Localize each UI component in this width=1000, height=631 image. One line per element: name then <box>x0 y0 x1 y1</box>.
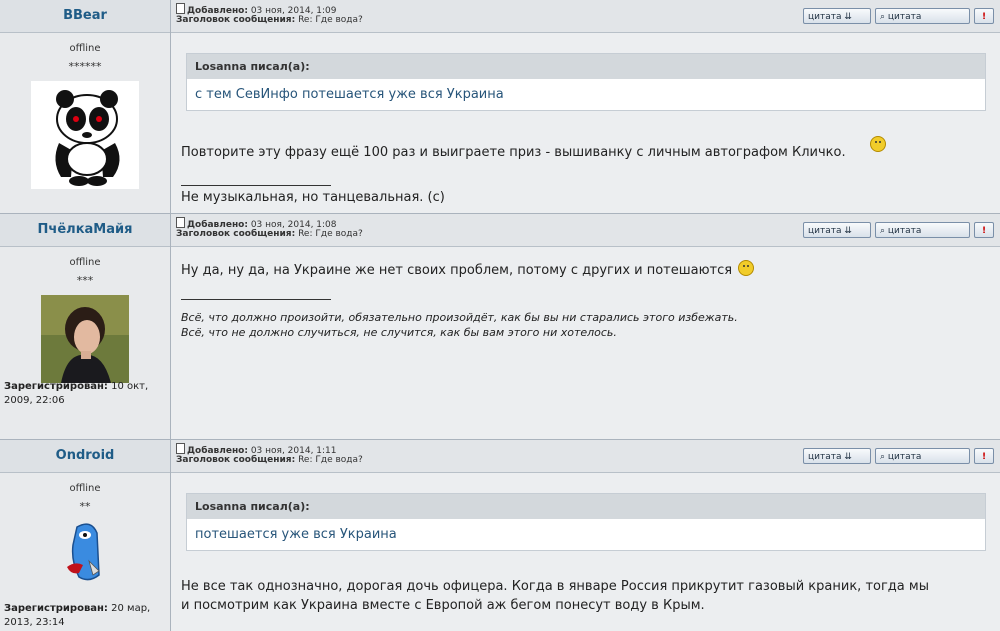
post-bbear: BBear offline ****** Добавлено: 03 ноя, … <box>0 0 1000 214</box>
post-header: Добавлено: 03 ноя, 2014, 1:11 Заголовок … <box>171 440 1000 473</box>
message-text: Ну да, ну да, на Украине же нет своих пр… <box>181 260 755 278</box>
post-pchelkamaya: ПчёлкаМайя offline *** Зарегистрирован: … <box>0 214 1000 440</box>
username-link[interactable]: ПчёлкаМайя <box>0 214 170 247</box>
post-body: Добавлено: 03 ноя, 2014, 1:08 Заголовок … <box>171 214 1000 439</box>
post-header: Добавлено: 03 ноя, 2014, 1:09 Заголовок … <box>171 0 1000 33</box>
quote-button[interactable]: цитата ⇊ <box>803 222 871 238</box>
online-status: offline <box>69 43 101 54</box>
subject-label: Заголовок сообщения: <box>176 455 296 465</box>
post-ondroid: Ondroid offline ** Зарегистрирован: 20 м… <box>0 440 1000 631</box>
author-panel: BBear offline ****** <box>0 0 171 213</box>
quote-selected-button[interactable]: ⌕ цитата <box>875 8 970 24</box>
post-header: Добавлено: 03 ноя, 2014, 1:08 Заголовок … <box>171 214 1000 247</box>
quote-text: потешается уже вся Украина <box>195 527 397 542</box>
username-link[interactable]: Ondroid <box>0 440 170 473</box>
subject-label: Заголовок сообщения: <box>176 15 296 25</box>
report-button[interactable]: ! <box>974 448 994 464</box>
quote-selected-button[interactable]: ⌕ цитата <box>875 448 970 464</box>
subject-value: Re: Где вода? <box>298 455 363 465</box>
report-button[interactable]: ! <box>974 8 994 24</box>
quote-block: Losanna писал(а): с тем СевИнфо потешает… <box>186 53 986 111</box>
avatar <box>41 295 129 383</box>
message-line-1: Не все так однозначно, дорогая дочь офиц… <box>181 579 929 594</box>
rank-stars: ****** <box>68 60 102 73</box>
registered-info: Зарегистрирован: 20 мар, 2013, 23:14 <box>4 603 151 628</box>
online-status: offline <box>69 257 101 268</box>
signature-text: Не музыкальная, но танцевальная. (с) <box>181 190 445 205</box>
subject-label: Заголовок сообщения: <box>176 229 296 239</box>
quote-text: с тем СевИнфо потешается уже вся Украина <box>195 87 504 102</box>
online-status: offline <box>69 483 101 494</box>
signature-divider <box>181 299 331 300</box>
post-link-icon[interactable] <box>176 443 185 454</box>
rank-stars: ** <box>79 500 91 513</box>
author-panel: ПчёлкаМайя offline *** Зарегистрирован: … <box>0 214 171 439</box>
quote-button[interactable]: цитата ⇊ <box>803 448 871 464</box>
smiley-icon <box>869 136 886 152</box>
post-body: Добавлено: 03 ноя, 2014, 1:09 Заголовок … <box>171 0 1000 213</box>
post-link-icon[interactable] <box>176 3 185 14</box>
message-text: Повторите эту фразу ещё 100 раз и выигра… <box>181 136 886 160</box>
quote-header: Losanna писал(а): <box>187 494 985 519</box>
subject-value: Re: Где вода? <box>298 229 363 239</box>
signature-line-1: Всё, что должно произойти, обязательно п… <box>181 311 738 324</box>
post-link-icon[interactable] <box>176 217 185 228</box>
avatar <box>63 521 107 583</box>
author-panel: Ondroid offline ** Зарегистрирован: 20 м… <box>0 440 171 631</box>
message-line-2: и посмотрим как Украина вместе с Европой… <box>181 598 705 613</box>
signature-divider <box>181 185 331 186</box>
quote-button[interactable]: цитата ⇊ <box>803 8 871 24</box>
quote-block: Losanna писал(а): потешается уже вся Укр… <box>186 493 986 551</box>
report-button[interactable]: ! <box>974 222 994 238</box>
quote-header: Losanna писал(а): <box>187 54 985 79</box>
signature-line-2: Всё, что не должно случиться, не случитс… <box>181 326 617 339</box>
smiley-icon <box>738 260 755 276</box>
subject-value: Re: Где вода? <box>298 15 363 25</box>
rank-stars: *** <box>76 274 94 287</box>
post-body: Добавлено: 03 ноя, 2014, 1:11 Заголовок … <box>171 440 1000 631</box>
quote-selected-button[interactable]: ⌕ цитата <box>875 222 970 238</box>
registered-info: Зарегистрирован: 10 окт, 2009, 22:06 <box>4 381 149 406</box>
avatar <box>31 81 139 189</box>
username-link[interactable]: BBear <box>0 0 170 33</box>
